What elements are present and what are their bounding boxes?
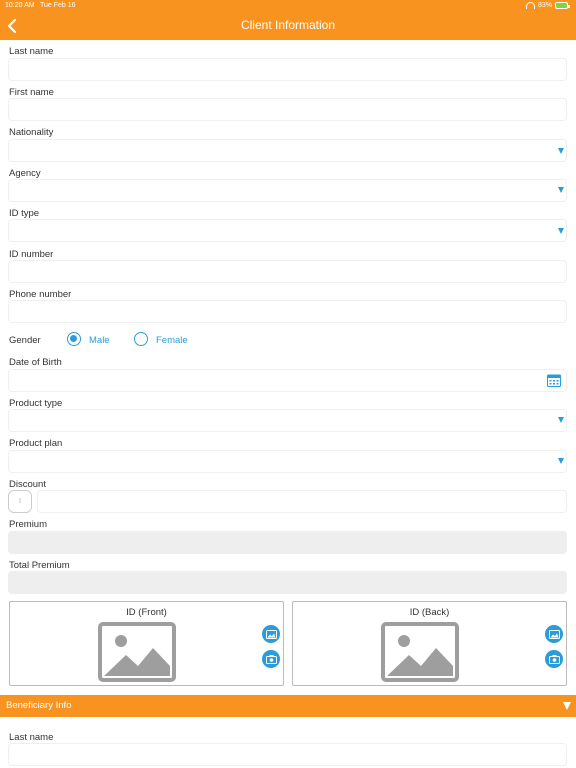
total-premium-field <box>8 571 567 594</box>
status-bar: 10:20 AM Tue Feb 16 83% <box>0 0 576 11</box>
premium-label: Premium <box>9 519 48 530</box>
battery-icon <box>555 2 570 9</box>
nationality-label: Nationality <box>9 127 54 138</box>
camera-icon <box>548 654 560 664</box>
id-type-select[interactable] <box>8 219 567 242</box>
beneficiary-section-title: Beneficiary Info <box>6 700 72 711</box>
id-front-camera-button[interactable] <box>262 650 280 668</box>
premium-field <box>8 531 567 554</box>
nav-bar: Client Information <box>0 11 576 40</box>
nationality-select[interactable] <box>8 139 567 162</box>
gender-male-radio[interactable] <box>67 332 81 346</box>
calendar-icon[interactable] <box>547 374 561 387</box>
agency-select[interactable] <box>8 179 567 202</box>
total-premium-label: Total Premium <box>9 560 70 571</box>
status-right: 83% <box>525 0 570 11</box>
id-front-title: ID (Front) <box>126 607 167 618</box>
date-of-birth-label: Date of Birth <box>9 357 62 368</box>
id-back-camera-button[interactable] <box>545 650 563 668</box>
page-title: Client Information <box>240 18 336 32</box>
gender-female-radio[interactable] <box>134 332 148 346</box>
discount-label: Discount <box>9 479 46 490</box>
agency-label: Agency <box>9 168 41 179</box>
beneficiary-last-name-label: Last name <box>9 732 54 743</box>
chevron-down-icon <box>563 702 571 710</box>
product-type-select[interactable] <box>8 409 567 432</box>
phone-number-label: Phone number <box>9 289 72 300</box>
status-date: Tue Feb 16 <box>40 2 76 9</box>
image-placeholder-icon <box>98 622 176 682</box>
id-back-gallery-button[interactable] <box>545 625 563 643</box>
id-back-card: ID (Back) <box>292 601 567 686</box>
battery-percent: 83% <box>537 2 552 9</box>
beneficiary-last-name-input[interactable] <box>8 743 567 766</box>
first-name-label: First name <box>9 87 54 98</box>
discount-prefix-button[interactable]: I <box>8 490 32 513</box>
first-name-input[interactable] <box>8 98 567 121</box>
dropdown-caret-icon <box>558 458 564 464</box>
product-plan-label: Product plan <box>9 438 63 449</box>
phone-number-input[interactable] <box>8 300 567 323</box>
discount-input[interactable] <box>37 490 567 513</box>
dropdown-caret-icon <box>558 148 564 154</box>
id-type-label: ID type <box>9 208 40 219</box>
gallery-icon <box>265 629 277 639</box>
camera-icon <box>265 654 277 664</box>
gender-male-label[interactable]: Male <box>89 335 110 346</box>
beneficiary-section-header[interactable]: Beneficiary Info <box>0 695 576 717</box>
dropdown-caret-icon <box>558 228 564 234</box>
date-of-birth-input[interactable] <box>8 369 567 392</box>
last-name-label: Last name <box>9 46 54 57</box>
gallery-icon <box>548 629 560 639</box>
status-time: 10:20 AM <box>5 2 35 9</box>
id-front-card: ID (Front) <box>9 601 284 686</box>
gender-female-label[interactable]: Female <box>156 335 188 346</box>
gender-label: Gender <box>9 335 41 346</box>
id-back-title: ID (Back) <box>409 607 450 618</box>
dropdown-caret-icon <box>558 187 564 193</box>
dropdown-caret-icon <box>558 417 564 423</box>
product-type-label: Product type <box>9 398 63 409</box>
id-front-gallery-button[interactable] <box>262 625 280 643</box>
last-name-input[interactable] <box>8 58 567 81</box>
wifi-icon <box>525 2 535 9</box>
image-placeholder-icon <box>381 622 459 682</box>
product-plan-select[interactable] <box>8 450 567 473</box>
id-number-label: ID number <box>9 249 54 260</box>
id-number-input[interactable] <box>8 260 567 283</box>
